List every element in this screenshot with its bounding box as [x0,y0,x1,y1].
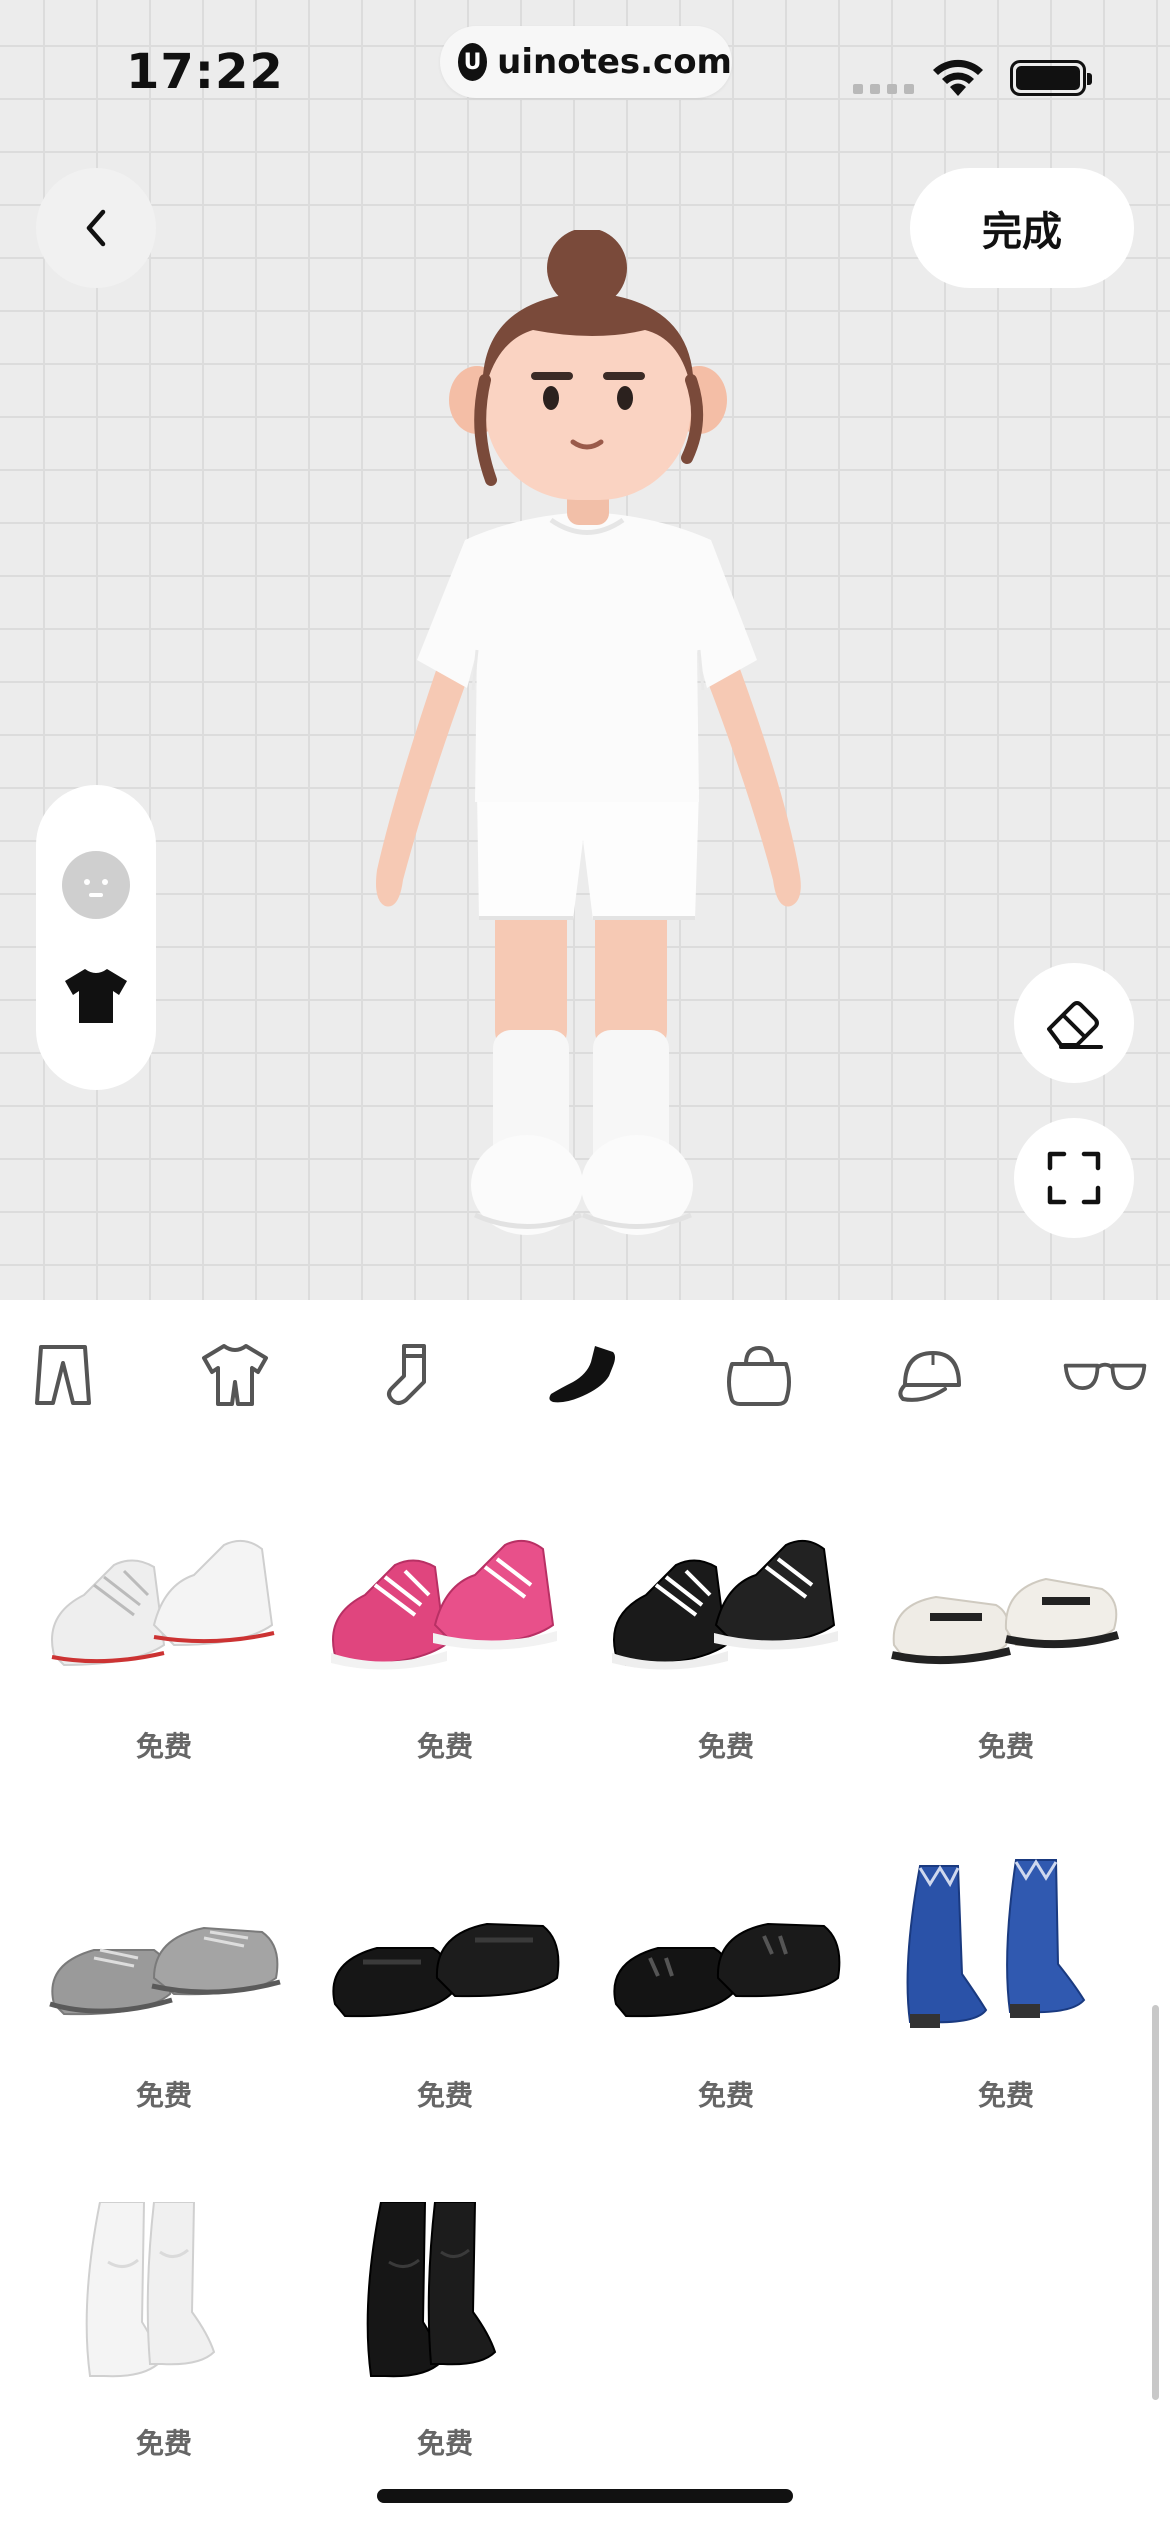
gray-lace-up-shoes-image [49,1926,281,2016]
cap-icon [898,1351,961,1402]
item-price: 免费 [977,1730,1034,1763]
item-price: 免费 [697,1730,754,1763]
item-pink-canvas-sneakers[interactable]: 免费 [305,1505,585,1805]
url-pill: U uinotes.com [440,26,732,98]
item-white-canvas-sneakers[interactable]: 免费 [24,1505,304,1805]
url-text: uinotes.com [497,42,732,82]
black-tassel-loafers-image [613,1922,841,2018]
item-cream-mary-janes[interactable]: 免费 [866,1505,1146,1805]
cream-mary-janes-image [891,1577,1120,1665]
face-mode-button[interactable] [62,851,130,919]
white-tall-boots-image [85,2202,216,2378]
chevron-left-icon [86,209,106,247]
item-price: 免费 [697,2079,754,2112]
category-tab-bar [0,1300,1170,1450]
item-black-tassel-loafers[interactable]: 免费 [586,1854,866,2154]
black-tall-boots-image [366,2202,497,2378]
item-price: 免费 [416,2079,473,2112]
pants-icon [35,1345,91,1405]
tab-glasses[interactable] [1060,1330,1150,1420]
item-price: 免费 [135,2427,192,2460]
scrollbar[interactable] [1152,2005,1159,2400]
item-black-canvas-sneakers[interactable]: 免费 [586,1505,866,1805]
tab-hats[interactable] [888,1330,978,1420]
eraser-icon [1047,1001,1103,1049]
wifi-icon [933,59,983,96]
home-indicator[interactable] [377,2489,793,2503]
done-button[interactable]: 完成 [910,168,1134,288]
item-white-tall-boots[interactable]: 免费 [24,2202,304,2502]
white-canvas-sneakers-image [51,1539,275,1667]
avatar-preview-stage[interactable]: 17:22 U uinotes.com 完成 [0,0,1170,1300]
back-button[interactable] [36,168,156,288]
item-black-tall-boots[interactable]: 免费 [305,2202,585,2502]
tab-pants[interactable] [18,1330,108,1420]
item-price: 免费 [416,2427,473,2460]
fullscreen-icon [1047,1151,1101,1205]
tab-shoes[interactable] [540,1330,630,1420]
glasses-icon [1063,1362,1147,1390]
tab-outfit[interactable] [190,1330,280,1420]
outfit-icon [202,1344,268,1406]
item-gray-lace-up-shoes[interactable]: 免费 [24,1854,304,2154]
battery-icon [1010,60,1092,96]
item-price: 免费 [416,1730,473,1763]
item-black-loafers[interactable]: 免费 [305,1854,585,2154]
item-price: 免费 [977,2079,1034,2112]
item-price: 免费 [135,1730,192,1763]
pink-canvas-sneakers-image [331,1539,557,1670]
tshirt-mode-icon[interactable] [63,965,129,1025]
item-blue-ankle-boots[interactable]: 免费 [866,1854,1146,2154]
side-mode-panel [36,785,156,1090]
face-icon [62,851,130,919]
fullscreen-button[interactable] [1014,1118,1134,1238]
shoe-icon [549,1346,615,1403]
black-canvas-sneakers-image [612,1539,838,1670]
status-time: 17:22 [126,44,284,100]
site-logo-icon: U [458,43,488,81]
cellular-signal-icon [853,84,914,94]
eraser-button[interactable] [1014,963,1134,1083]
tab-socks[interactable] [365,1330,455,1420]
socks-icon [387,1344,426,1405]
tab-bags[interactable] [714,1330,804,1420]
avatar-figure[interactable] [355,230,825,1250]
blue-ankle-boots-image [906,1859,1086,2028]
item-price: 免费 [135,2079,192,2112]
bag-icon [727,1345,791,1406]
black-loafers-image [332,1922,560,2018]
